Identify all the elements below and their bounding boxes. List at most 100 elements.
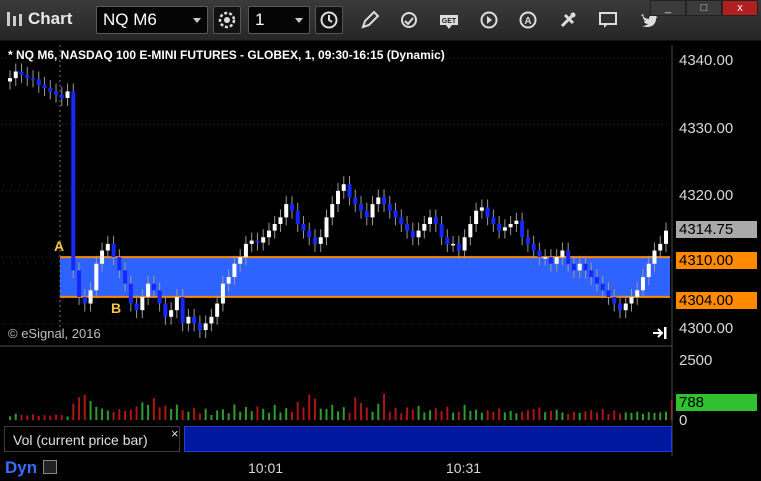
price-chart[interactable] (0, 0, 761, 481)
candle-body (341, 184, 346, 191)
candle-body (445, 237, 450, 244)
candle-body (629, 296, 634, 304)
candle-body (140, 296, 145, 311)
volume-study-panel[interactable]: Vol (current price bar) × (4, 426, 180, 452)
candle-body (612, 296, 617, 304)
candle-body (566, 250, 571, 264)
candle-body (387, 204, 392, 211)
candle-body (652, 250, 657, 264)
candle-body (307, 230, 312, 238)
candle-body (19, 71, 24, 75)
candle-body (433, 217, 438, 224)
copyright: © eSignal, 2016 (8, 326, 101, 341)
candle-body (399, 217, 404, 224)
candle-body (186, 316, 191, 324)
candle-body (600, 283, 605, 291)
candle-body (468, 223, 473, 238)
candle-body (594, 277, 599, 284)
candle-body (77, 270, 82, 297)
candle-body (278, 217, 283, 224)
candle-body (100, 250, 105, 264)
scroll-to-end-icon[interactable] (652, 326, 668, 340)
candle-body (117, 257, 122, 271)
candle-body (209, 316, 214, 324)
candle-body (491, 217, 496, 224)
candle-body (416, 230, 421, 238)
candle-body (163, 303, 168, 317)
candle-body (330, 204, 335, 218)
candle-body (514, 220, 519, 224)
candle-body (531, 243, 536, 251)
candle-body (571, 263, 576, 271)
candle-body (393, 210, 398, 218)
candle-body (65, 91, 70, 99)
candle-body (13, 71, 18, 79)
candle-body (658, 243, 663, 251)
candle-body (71, 91, 76, 271)
volume-badge: 788 (676, 394, 757, 411)
candle-body (134, 303, 139, 311)
candle-body (479, 207, 484, 211)
volume-study-title: Vol (current price bar) (13, 432, 148, 448)
candle-body (111, 243, 116, 258)
volume-tick: 0 (679, 412, 688, 429)
study-input-bar[interactable] (184, 426, 672, 452)
candle-body (577, 263, 582, 271)
opening-range-band (60, 257, 670, 297)
price-tick: 4300.00 (679, 320, 734, 337)
close-icon[interactable]: × (171, 426, 179, 441)
candle-body (439, 223, 444, 238)
range-label-b: B (111, 300, 122, 316)
range-low-badge: 4304.00 (676, 292, 757, 309)
candle-body (646, 263, 651, 278)
price-tick: 4330.00 (679, 120, 734, 137)
candle-body (508, 223, 513, 228)
candle-body (364, 210, 369, 218)
volume-bars (9, 393, 673, 420)
price-tick: 4320.00 (679, 187, 734, 204)
candle-body (664, 230, 668, 244)
candle-body (128, 283, 133, 304)
candle-body (169, 310, 174, 317)
candle-body (59, 94, 64, 99)
candle-body (554, 257, 559, 264)
candle-body (295, 210, 300, 224)
candle-body (324, 217, 329, 238)
candle-body (405, 223, 410, 231)
candle-body (36, 79, 41, 85)
candle-body (462, 237, 467, 251)
candle-body (31, 78, 36, 80)
candle-body (336, 190, 340, 205)
candle-body (606, 290, 611, 297)
candle-body (8, 78, 12, 82)
candle-body (266, 230, 271, 238)
candle-body (203, 323, 208, 331)
candle-body (226, 277, 231, 284)
candle-body (422, 223, 427, 231)
candle-body (25, 74, 30, 79)
candle-body (485, 207, 490, 218)
last-price-badge: 4314.75 (676, 221, 757, 238)
candle-body (261, 237, 266, 243)
candle-body (410, 230, 415, 238)
candle-body (525, 237, 530, 244)
candle-body (54, 91, 59, 95)
lock-icon[interactable] (43, 460, 57, 474)
candle-body (497, 223, 502, 231)
candle-body (640, 277, 645, 291)
candle-body (370, 204, 375, 218)
candle-body (617, 303, 622, 311)
candle-body (123, 270, 128, 284)
candle-body (347, 184, 352, 198)
range-label-a: A (54, 238, 65, 254)
candle-body (635, 290, 640, 297)
dynamic-mode-label[interactable]: Dyn (5, 458, 37, 478)
candle-body (583, 263, 588, 271)
candle-body (520, 220, 525, 238)
candle-body (255, 240, 260, 243)
candle-body (174, 296, 179, 311)
candle-body (105, 243, 110, 251)
candle-body (502, 227, 507, 231)
candle-body (48, 88, 53, 92)
candle-body (220, 283, 225, 304)
